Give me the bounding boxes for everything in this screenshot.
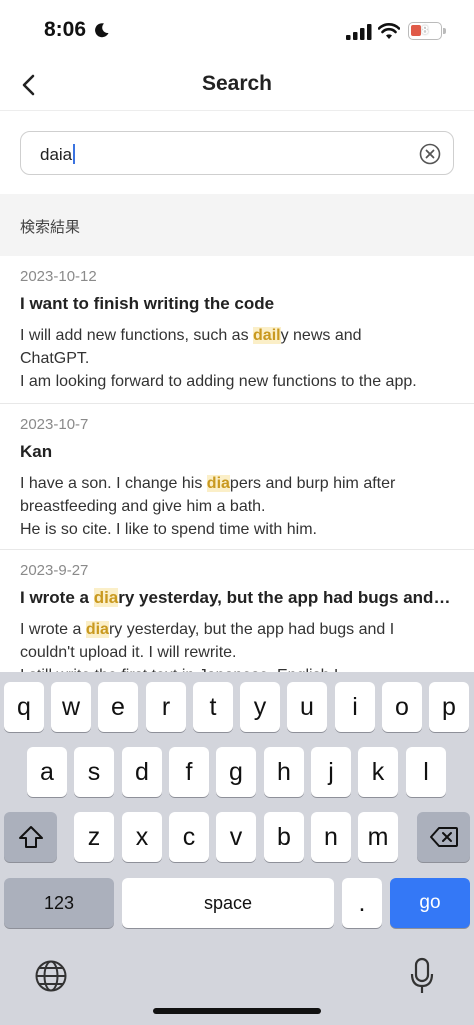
- key-l[interactable]: l: [406, 747, 446, 797]
- shift-key[interactable]: [4, 812, 57, 862]
- list-item[interactable]: 2023-10-7 Kan I have a son. I change his…: [0, 404, 474, 550]
- match-highlight: dia: [85, 621, 109, 638]
- list-item[interactable]: 2023-10-12 I want to finish writing the …: [0, 256, 474, 404]
- result-text: y news and: [280, 327, 362, 344]
- globe-icon[interactable]: [34, 959, 68, 993]
- results-section-label: 検索結果: [20, 219, 81, 236]
- key-h[interactable]: h: [264, 747, 304, 797]
- shift-icon: [18, 826, 43, 848]
- battery-icon: 8: [408, 22, 446, 40]
- key-i[interactable]: i: [335, 682, 375, 732]
- result-text: couldn't upload it. I will rewrite.: [20, 644, 237, 661]
- key-z[interactable]: z: [74, 812, 114, 862]
- key-r[interactable]: r: [146, 682, 186, 732]
- search-query-text: daia: [40, 145, 73, 164]
- result-body: I will add new functions, such as daily …: [20, 324, 454, 393]
- key-c[interactable]: c: [169, 812, 209, 862]
- key-g[interactable]: g: [216, 747, 256, 797]
- result-text: I have a son. I change his: [20, 475, 207, 492]
- result-date: 2023-9-27: [20, 562, 89, 579]
- result-text: I will add new functions, such as: [20, 327, 254, 344]
- search-results-list: 2023-10-12 I want to finish writing the …: [0, 256, 474, 673]
- match-highlight: dia: [93, 588, 119, 607]
- microphone-icon[interactable]: [410, 957, 434, 995]
- numbers-key[interactable]: 123: [4, 878, 114, 928]
- result-text: I am looking forward to adding new funct…: [20, 373, 417, 390]
- key-k[interactable]: k: [358, 747, 398, 797]
- match-highlight: dia: [206, 475, 230, 492]
- key-e[interactable]: e: [98, 682, 138, 732]
- key-o[interactable]: o: [382, 682, 422, 732]
- result-body: I have a son. I change his diapers and b…: [20, 472, 454, 541]
- key-d[interactable]: d: [122, 747, 162, 797]
- nav-bar: Search: [0, 62, 474, 111]
- result-title: Kan: [20, 442, 53, 461]
- page-title: Search: [201, 72, 273, 95]
- result-date: 2023-10-12: [20, 268, 97, 285]
- result-text: I wrote a: [20, 621, 86, 638]
- key-s[interactable]: s: [74, 747, 114, 797]
- key-p[interactable]: p: [429, 682, 469, 732]
- result-title-text: ry yesterday, but the app had bugs and I…: [118, 588, 454, 607]
- key-u[interactable]: u: [287, 682, 327, 732]
- keyboard: q w e r t y u i o p a s d f g h j k l z …: [0, 672, 474, 1025]
- key-x[interactable]: x: [122, 812, 162, 862]
- match-highlight: dail: [253, 327, 281, 344]
- result-text: ChatGPT.: [20, 350, 90, 367]
- go-key[interactable]: go: [390, 878, 470, 928]
- key-j[interactable]: j: [311, 747, 351, 797]
- results-section-header: 検索結果: [0, 194, 474, 256]
- backspace-key[interactable]: [417, 812, 470, 862]
- status-bar: 8:06 8: [0, 0, 474, 62]
- result-date: 2023-10-7: [20, 416, 89, 433]
- result-title-text: I wrote a: [20, 588, 94, 607]
- text-caret: [73, 144, 76, 164]
- key-y[interactable]: y: [240, 682, 280, 732]
- clear-search-icon[interactable]: [419, 143, 441, 165]
- key-m[interactable]: m: [358, 812, 398, 862]
- wifi-icon: [378, 23, 400, 39]
- home-indicator: [153, 1008, 321, 1014]
- moon-icon: [95, 23, 109, 38]
- period-key[interactable]: .: [342, 878, 382, 928]
- key-f[interactable]: f: [169, 747, 209, 797]
- search-input-value[interactable]: daia: [40, 144, 76, 165]
- result-text: ry yesterday, but the app had bugs and I: [108, 621, 395, 638]
- space-key[interactable]: space: [122, 878, 334, 928]
- list-item[interactable]: 2023-9-27 I wrote a diary yesterday, but…: [0, 550, 474, 673]
- result-text: He is so cite. I like to spend time with…: [20, 521, 317, 538]
- status-time: 8:06: [44, 18, 87, 41]
- key-v[interactable]: v: [216, 812, 256, 862]
- search-input[interactable]: daia: [20, 131, 454, 175]
- key-b[interactable]: b: [264, 812, 304, 862]
- result-body: I wrote a diary yesterday, but the app h…: [20, 618, 454, 672]
- result-text: pers and burp him after: [229, 475, 396, 492]
- key-n[interactable]: n: [311, 812, 351, 862]
- battery-level: 8: [421, 23, 429, 37]
- result-title: I wrote a diary yesterday, but the app h…: [20, 588, 454, 608]
- key-t[interactable]: t: [193, 682, 233, 732]
- cellular-signal-icon: [346, 24, 372, 40]
- key-q[interactable]: q: [4, 682, 44, 732]
- result-text: breastfeeding and give him a bath.: [20, 498, 266, 515]
- key-a[interactable]: a: [27, 747, 67, 797]
- backspace-icon: [429, 827, 458, 847]
- key-w[interactable]: w: [51, 682, 91, 732]
- result-title: I want to finish writing the code: [20, 294, 275, 313]
